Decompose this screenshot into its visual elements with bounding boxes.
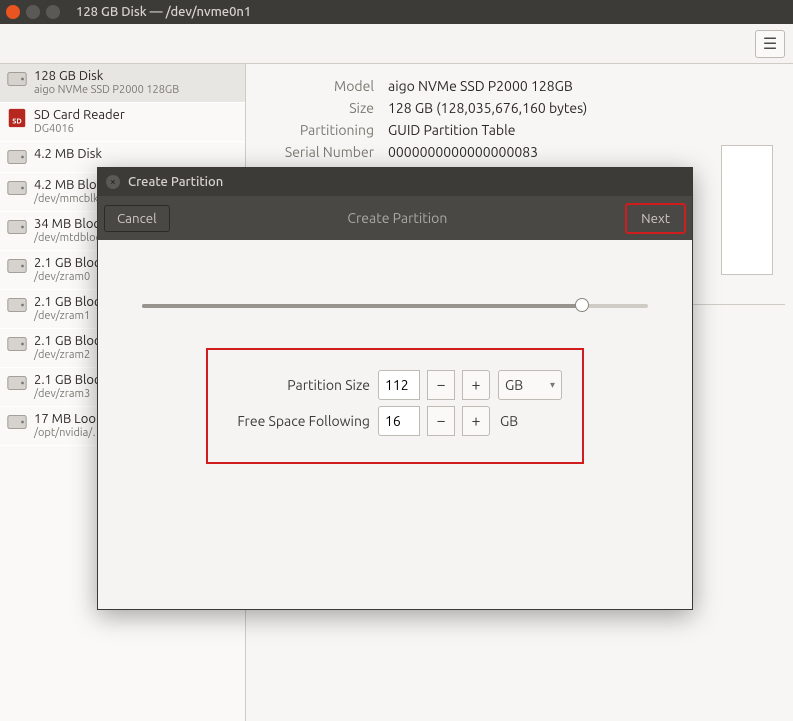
maximize-window-icon[interactable]	[46, 5, 60, 19]
dialog-action-bar: Cancel Create Partition Next	[98, 196, 692, 240]
dialog-body: Partition Size − + GB ▾ Free Space Follo…	[98, 240, 692, 484]
details-value: 128 GB (128,035,676,160 bytes)	[388, 100, 587, 116]
next-button[interactable]: Next	[625, 203, 686, 234]
window-title: 128 GB Disk — /dev/nvme0n1	[76, 5, 251, 19]
partition-size-row: Partition Size − + GB ▾	[216, 370, 562, 400]
slider-fill	[142, 304, 582, 308]
sd-card-icon: SD	[6, 107, 28, 129]
main-toolbar: ☰	[0, 24, 793, 64]
close-window-icon[interactable]	[6, 5, 20, 19]
details-row: Serial Number 0000000000000000083	[264, 144, 775, 160]
device-subtitle: DG4016	[34, 123, 125, 137]
cancel-button[interactable]: Cancel	[104, 205, 170, 232]
sidebar-item-device[interactable]: SD SD Card ReaderDG4016	[0, 103, 245, 142]
disk-icon	[6, 333, 28, 355]
disk-icon	[6, 177, 28, 199]
slider-thumb-icon[interactable]	[575, 298, 589, 312]
disk-icon	[6, 216, 28, 238]
minimize-window-icon[interactable]	[26, 5, 40, 19]
device-title: 4.2 MB Disk	[34, 146, 102, 162]
free-space-label: Free Space Following	[237, 413, 370, 429]
details-label: Partitioning	[264, 122, 374, 138]
unit-select[interactable]: GB ▾	[498, 370, 562, 400]
disk-icon	[6, 411, 28, 433]
dialog-title: Create Partition	[170, 210, 626, 226]
details-value: aigo NVMe SSD P2000 128GB	[388, 78, 573, 94]
hamburger-menu-button[interactable]: ☰	[755, 30, 785, 58]
partition-size-minus-button[interactable]: −	[427, 370, 455, 400]
partition-size-slider[interactable]	[142, 304, 648, 308]
create-partition-dialog: × Create Partition Cancel Create Partiti…	[97, 167, 693, 610]
partition-size-input[interactable]	[378, 370, 420, 400]
details-value: GUID Partition Table	[388, 122, 515, 138]
device-subtitle: aigo NVMe SSD P2000 128GB	[34, 84, 179, 98]
disk-icon	[6, 68, 28, 90]
window-titlebar: 128 GB Disk — /dev/nvme0n1	[0, 0, 793, 24]
chevron-down-icon: ▾	[550, 379, 555, 391]
dialog-titlebar: × Create Partition	[98, 168, 692, 196]
details-row: Model aigo NVMe SSD P2000 128GB	[264, 78, 775, 94]
free-space-row: Free Space Following − + GB	[216, 406, 562, 436]
free-space-plus-button[interactable]: +	[462, 406, 490, 436]
dialog-header-title: Create Partition	[128, 175, 223, 189]
sidebar-item-device[interactable]: 128 GB Diskaigo NVMe SSD P2000 128GB	[0, 64, 245, 103]
partition-size-label: Partition Size	[287, 377, 370, 393]
partition-size-plus-button[interactable]: +	[462, 370, 490, 400]
volume-diagram	[721, 145, 773, 275]
disk-icon	[6, 372, 28, 394]
details-label: Serial Number	[264, 144, 374, 160]
free-space-input[interactable]	[378, 406, 420, 436]
free-space-unit: GB	[498, 413, 562, 429]
disk-icon	[6, 294, 28, 316]
details-label: Model	[264, 78, 374, 94]
disk-icon	[6, 255, 28, 277]
details-row: Size 128 GB (128,035,676,160 bytes)	[264, 100, 775, 116]
details-label: Size	[264, 100, 374, 116]
free-space-minus-button[interactable]: −	[427, 406, 455, 436]
hamburger-icon: ☰	[763, 34, 777, 53]
svg-text:SD: SD	[12, 118, 22, 126]
close-icon[interactable]: ×	[106, 175, 120, 189]
device-title: 128 GB Disk	[34, 68, 179, 84]
device-title: SD Card Reader	[34, 107, 125, 123]
details-row: Partitioning GUID Partition Table	[264, 122, 775, 138]
unit-select-value: GB	[505, 377, 523, 393]
partition-form-highlight: Partition Size − + GB ▾ Free Space Follo…	[206, 348, 584, 464]
disk-icon	[6, 146, 28, 168]
details-value: 0000000000000000083	[388, 144, 538, 160]
